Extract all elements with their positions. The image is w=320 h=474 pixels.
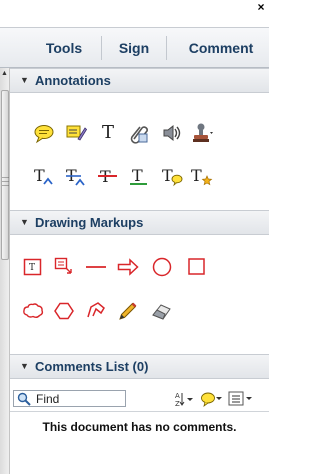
collapse-triangle-icon: ▼: [20, 217, 29, 227]
insert-text-icon[interactable]: T: [33, 165, 55, 187]
annotations-title: Annotations: [35, 73, 111, 88]
sticky-note-icon[interactable]: [33, 122, 55, 144]
svg-text:T: T: [191, 166, 202, 185]
scroll-up-arrow-icon[interactable]: ▲: [1, 69, 8, 78]
search-icon: [17, 392, 31, 406]
tab-sign[interactable]: Sign: [110, 28, 158, 68]
tab-tools[interactable]: Tools: [34, 28, 94, 68]
comments-list-header[interactable]: ▼ Comments List (0): [10, 354, 269, 379]
record-audio-icon[interactable]: [161, 122, 183, 144]
tab-divider: [101, 36, 102, 60]
filter-comments-button[interactable]: [200, 391, 224, 407]
text-callout-icon[interactable]: [53, 256, 75, 278]
svg-text:T: T: [132, 166, 143, 185]
annotations-panel: ▼ Annotations T T T T T T T: [10, 68, 269, 204]
stamp-icon[interactable]: [191, 122, 213, 144]
add-note-to-text-icon[interactable]: T: [161, 165, 183, 187]
svg-text:T: T: [34, 166, 45, 185]
tab-divider: [166, 36, 167, 60]
svg-text:T: T: [162, 166, 173, 185]
replace-text-icon[interactable]: T: [65, 165, 87, 187]
grip-icon: — — —: [2, 174, 9, 189]
polygon-icon[interactable]: [53, 300, 75, 322]
empty-comments-message: This document has no comments.: [42, 420, 237, 434]
left-scrollbar[interactable]: ▲ — — —: [0, 68, 10, 474]
strikethrough-icon[interactable]: T: [97, 165, 119, 187]
find-label: Find: [36, 392, 60, 406]
sort-comments-button[interactable]: AZ: [174, 391, 196, 408]
svg-text:A: A: [175, 392, 180, 400]
comment-options-button[interactable]: [228, 391, 258, 407]
eraser-icon[interactable]: [151, 300, 173, 322]
underline-icon[interactable]: T: [128, 165, 150, 187]
drawing-markups-header[interactable]: ▼ Drawing Markups: [10, 210, 269, 235]
attach-file-icon[interactable]: [128, 122, 150, 144]
cloud-icon[interactable]: [22, 300, 44, 322]
add-text-icon[interactable]: T: [97, 122, 119, 144]
text-correction-markup-icon[interactable]: T: [191, 165, 213, 187]
pencil-icon[interactable]: [117, 300, 139, 322]
highlight-text-icon[interactable]: [65, 122, 87, 144]
pane-tabs: Tools Sign Comment: [0, 27, 269, 68]
collapse-triangle-icon: ▼: [20, 361, 29, 371]
comments-toolbar: Find AZ: [10, 387, 269, 412]
collapse-triangle-icon: ▼: [20, 75, 29, 85]
rectangle-icon[interactable]: [186, 256, 208, 278]
line-icon[interactable]: [85, 256, 107, 278]
svg-text:T: T: [29, 263, 35, 273]
annotations-header[interactable]: ▼ Annotations: [10, 68, 269, 93]
find-input[interactable]: Find: [13, 390, 126, 407]
close-icon[interactable]: ×: [256, 0, 266, 14]
arrow-icon[interactable]: [117, 256, 139, 278]
text-box-icon[interactable]: T: [22, 256, 44, 278]
drawing-markups-panel: ▼ Drawing Markups T: [10, 204, 269, 340]
connected-lines-icon[interactable]: [85, 300, 107, 322]
oval-icon[interactable]: [151, 256, 173, 278]
comments-list-title: Comments List (0): [35, 359, 149, 374]
drawing-markups-title: Drawing Markups: [35, 215, 144, 230]
tab-comment[interactable]: Comment: [176, 28, 266, 68]
svg-text:Z: Z: [175, 400, 180, 407]
